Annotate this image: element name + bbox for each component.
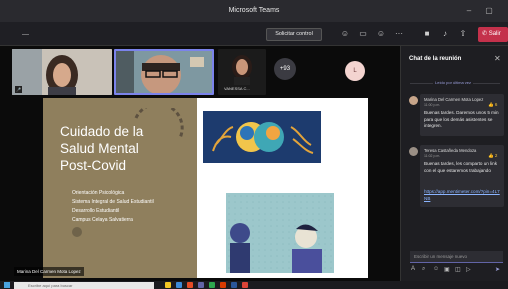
word-icon[interactable] <box>231 282 237 288</box>
message-text: Buenas tardes, les comparto un link con … <box>424 161 498 173</box>
slide-dot-decoration <box>72 227 82 237</box>
avatar[interactable] <box>409 96 418 105</box>
share-icon[interactable]: ⇧ <box>456 27 470 41</box>
phone-icon: ✆ <box>482 31 488 37</box>
request-control-button[interactable]: Solicitar control <box>266 28 322 41</box>
participant-name-3: VANESSA C... <box>224 86 250 91</box>
office-icon[interactable] <box>187 282 193 288</box>
avatar[interactable] <box>409 147 418 156</box>
excel-icon[interactable] <box>209 282 215 288</box>
teams-icon[interactable] <box>198 282 204 288</box>
participant-video-2 <box>116 51 212 93</box>
minimize-icon[interactable]: – <box>462 0 476 22</box>
message-author: Teresa Castañeda Mendoza <box>424 148 477 153</box>
slide-title: Cuidado de la Salud Mental Post-Covid <box>60 123 200 174</box>
message-time: 11:02 p.m. <box>424 154 441 158</box>
chat-icon[interactable]: ▭ <box>356 27 370 41</box>
window-title: Microsoft Teams <box>228 7 280 14</box>
gif-icon[interactable]: ▣ <box>444 266 450 273</box>
emoji-icon[interactable]: ☺ <box>433 266 439 272</box>
participant-video-1 <box>12 49 112 95</box>
unread-divider-label: Leído por última vez <box>433 80 474 85</box>
maximize-icon[interactable]: ▢ <box>482 0 496 22</box>
slide-title-line-3: Post-Covid <box>60 158 127 173</box>
format-icon[interactable]: A <box>411 266 415 272</box>
file-explorer-icon[interactable] <box>165 282 171 288</box>
reaction-badge[interactable]: 👍 2 <box>488 153 497 159</box>
slide-title-line-2: Salud Mental <box>60 141 139 156</box>
meeting-timer: — <box>22 31 29 38</box>
participant-tile-1[interactable]: 🎤 <box>12 49 112 95</box>
sticker-icon[interactable]: ◫ <box>455 266 461 273</box>
chat-title: Chat de la reunión <box>409 56 462 62</box>
camera-icon[interactable]: ■ <box>420 27 434 41</box>
slide-line-4: Campus Celaya Salvatierra <box>72 217 133 223</box>
participant-tile-2[interactable] <box>114 49 214 95</box>
chrome-icon[interactable] <box>242 282 248 288</box>
compose-message-input[interactable]: Escribir un mensaje nuevo <box>410 251 503 263</box>
slide-title-line-1: Cuidado de la <box>60 124 144 139</box>
message-author: Marina Del Carmen Mota Lopez <box>424 97 484 102</box>
more-icon[interactable]: ··· <box>392 27 406 41</box>
mental-health-illustration <box>203 111 321 163</box>
tile-mute-icon: 🎤 <box>15 86 22 93</box>
mic-icon[interactable]: ♪ <box>438 27 452 41</box>
slide-line-2: Sistema Integral de Salud Estudiantil <box>72 199 154 205</box>
like-icon: 👍 <box>488 102 494 107</box>
taskbar-search-input[interactable]: Escribe aquí para buscar <box>14 282 154 289</box>
chat-message-1[interactable]: Marina Del Carmen Mota Lopez 11:00 p.m. … <box>420 94 504 136</box>
reactions-icon[interactable]: ☺ <box>374 27 388 41</box>
people-illustration <box>226 193 334 273</box>
message-time: 11:00 p.m. <box>424 103 441 107</box>
slide-line-3: Desarrollo Estudiantil <box>72 208 120 214</box>
powerpoint-icon[interactable] <box>220 282 226 288</box>
leave-button[interactable]: ✆ Salir <box>478 27 508 42</box>
close-icon[interactable]: ✕ <box>494 54 501 63</box>
participant-tile-3[interactable]: VANESSA C... <box>218 49 266 95</box>
reaction-count: 6 <box>494 102 498 107</box>
reaction-badge[interactable]: 👍 6 <box>488 102 497 108</box>
message-text: Buenas tardes. Daremos unos 5 min para q… <box>424 110 499 128</box>
participant-avatar-l[interactable]: L <box>345 61 365 81</box>
start-icon[interactable] <box>4 282 10 288</box>
reaction-count: 2 <box>494 153 498 158</box>
leave-label: Salir <box>488 31 501 37</box>
attach-icon[interactable]: ⌕ <box>422 266 425 273</box>
overflow-participants-badge[interactable]: +93 <box>274 58 296 80</box>
meet-icon[interactable]: ▷ <box>466 266 471 273</box>
chat-message-2[interactable]: Teresa Castañeda Mendoza 11:02 p.m. 👍 2 … <box>420 145 504 207</box>
send-icon[interactable]: ➤ <box>495 266 500 273</box>
edge-icon[interactable] <box>176 282 182 288</box>
message-link[interactable]: https://app.mentimeter.com/?pin=4L7NB <box>424 189 500 202</box>
like-icon: 👍 <box>488 153 494 158</box>
title-bar: Microsoft Teams <box>0 0 508 22</box>
participant-video-3 <box>232 55 252 85</box>
people-icon[interactable]: ☺ <box>338 27 352 41</box>
presenter-name-tag: Marina Del Carmen Mota Lopez <box>14 267 84 276</box>
slide-line-1: Orientación Psicológica <box>72 190 125 196</box>
